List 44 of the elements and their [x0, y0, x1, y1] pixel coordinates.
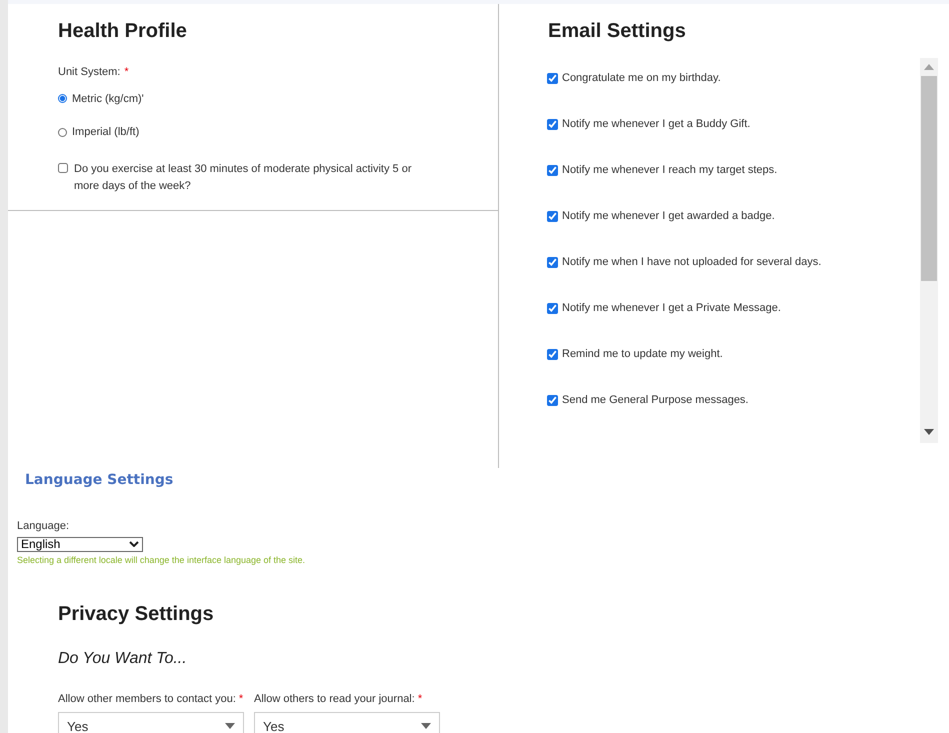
language-select[interactable]: English: [17, 536, 143, 552]
checkbox-label: Remind me to update my weight.: [562, 346, 723, 362]
checkbox-label: Congratulate me on my birthday.: [562, 70, 721, 86]
scrollbar-thumb[interactable]: [921, 76, 937, 281]
checkbox[interactable]: [547, 118, 558, 130]
field-label: Allow other members to contact you:: [58, 692, 236, 707]
radio-label: Metric (kg/cm)': [72, 92, 144, 106]
radio-button[interactable]: [58, 94, 67, 104]
caret-down-icon: [225, 722, 235, 728]
checkbox[interactable]: [547, 302, 558, 314]
chevron-down-icon: [129, 541, 139, 547]
section-subtitle: Do You Want To...: [58, 649, 188, 669]
required-mark: *: [238, 692, 244, 707]
hint-text: Selecting a different locale will change the interface language of the site.: [17, 554, 306, 567]
checkbox[interactable]: [547, 72, 558, 84]
select-field[interactable]: Yes: [58, 712, 244, 733]
required-mark: *: [124, 65, 129, 80]
select-field[interactable]: Yes: [254, 712, 440, 733]
required-mark: *: [418, 692, 422, 707]
scroll-down-icon[interactable]: [924, 429, 934, 435]
checkbox[interactable]: [547, 256, 558, 268]
checkbox[interactable]: [547, 394, 558, 406]
section-heading: Language Settings: [25, 471, 174, 490]
field-label: Language:: [17, 519, 70, 534]
checkbox[interactable]: [547, 164, 558, 176]
section-heading: Privacy Settings: [58, 602, 215, 627]
checkbox[interactable]: [547, 210, 558, 222]
checkbox-label: Notify me whenever I get awarded a badge.: [562, 208, 775, 224]
section-heading: Email Settings: [548, 19, 687, 44]
caret-down-icon: [421, 722, 431, 728]
checkbox-label: Do you exercise at least 30 minutes of moderate physical activity 5 or more days of the week?: [74, 162, 412, 194]
radio-button[interactable]: [58, 128, 67, 137]
checkbox[interactable]: [58, 162, 68, 172]
checkbox[interactable]: [547, 348, 558, 360]
checkbox-label: Notify me whenever I reach my target steps.: [562, 162, 778, 178]
checkbox-label: Notify me when I have not uploaded for several days.: [562, 254, 822, 270]
checkbox-label: Notify me whenever I get a Buddy Gift.: [562, 116, 750, 132]
field-label: Allow others to read your journal:: [254, 692, 415, 707]
radio-label: Imperial (lb/ft): [72, 125, 140, 140]
scrollbar[interactable]: [920, 58, 938, 443]
field-label: Unit System:: [58, 65, 120, 80]
section-heading: Health Profile: [58, 19, 188, 44]
checkbox-label: Send me General Purpose messages.: [562, 392, 748, 408]
checkbox-label: Notify me whenever I get a Private Message.: [562, 300, 781, 316]
